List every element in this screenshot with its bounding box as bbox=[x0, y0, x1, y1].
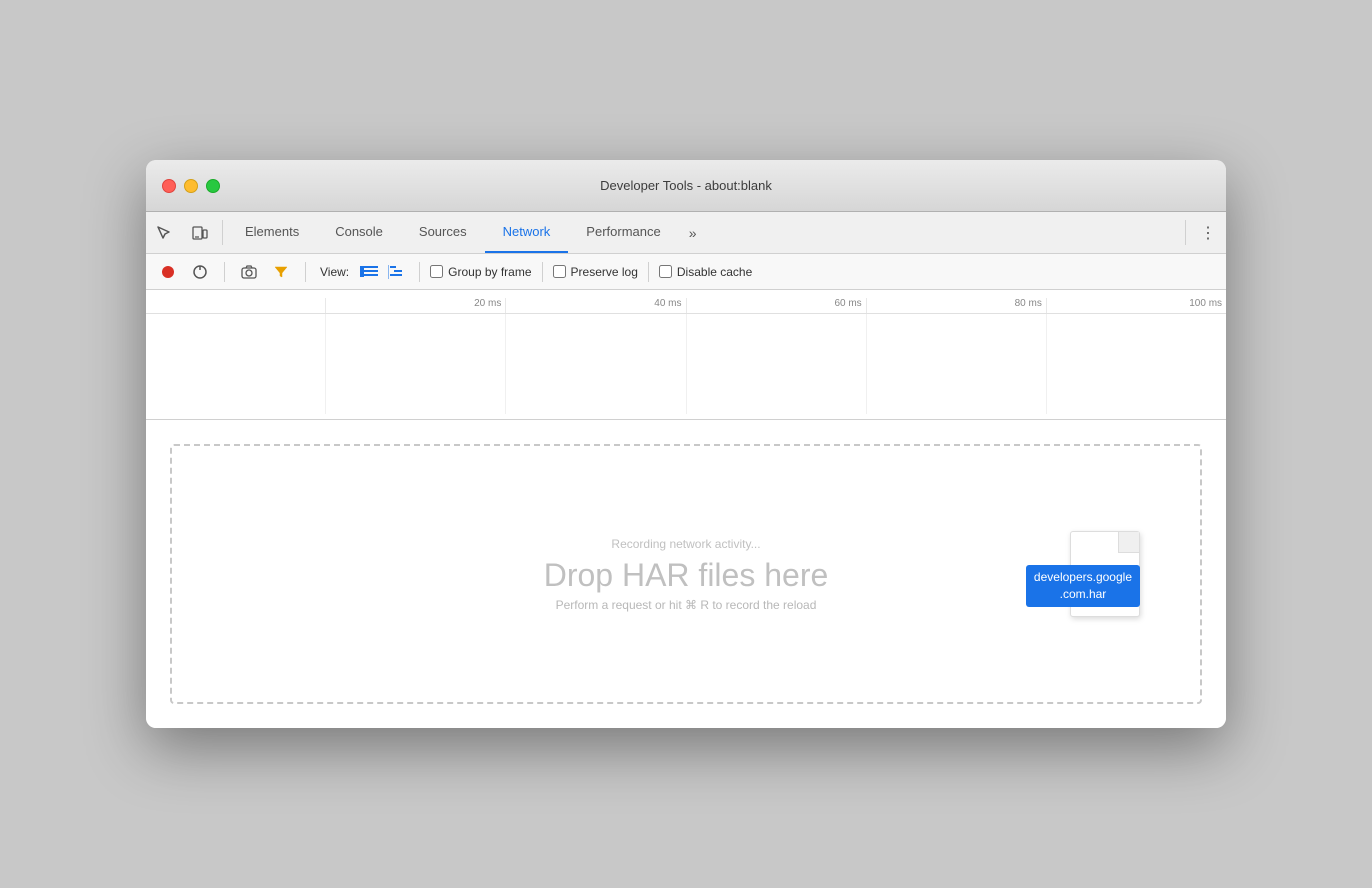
record-icon bbox=[161, 265, 175, 279]
screenshot-button[interactable] bbox=[235, 258, 263, 286]
tab-sources[interactable]: Sources bbox=[401, 212, 485, 253]
toolbar-divider-3 bbox=[419, 262, 420, 282]
timeline-ruler: 20 ms 40 ms 60 ms 80 ms 100 ms bbox=[146, 290, 1226, 314]
grid-col-4 bbox=[866, 314, 1046, 414]
tab-performance[interactable]: Performance bbox=[568, 212, 678, 253]
devtools-menu-button[interactable]: ⋮ bbox=[1190, 212, 1226, 253]
camera-icon bbox=[241, 265, 257, 279]
tick-20: 20 ms bbox=[325, 298, 505, 313]
toolbar-divider-2 bbox=[305, 262, 306, 282]
drop-area[interactable]: Recording network activity... Drop HAR f… bbox=[170, 444, 1202, 704]
tick-60: 60 ms bbox=[686, 298, 866, 313]
disable-cache-label: Disable cache bbox=[677, 265, 752, 279]
tick-0 bbox=[146, 309, 325, 313]
toolbar-divider-1 bbox=[224, 262, 225, 282]
preserve-log-checkbox[interactable] bbox=[553, 265, 566, 278]
group-by-frame-toggle[interactable]: Group by frame bbox=[430, 265, 531, 279]
view-list-button[interactable] bbox=[357, 260, 381, 284]
tab-spacer bbox=[707, 212, 1181, 253]
tabs-bar: Elements Console Sources Network Perform… bbox=[146, 212, 1226, 254]
toolbar-divider-5 bbox=[648, 262, 649, 282]
grid-col-3 bbox=[686, 314, 866, 414]
record-button[interactable] bbox=[154, 258, 182, 286]
device-toolbar-button[interactable] bbox=[182, 212, 218, 253]
tab-network[interactable]: Network bbox=[485, 212, 569, 253]
devtools-window: Developer Tools - about:blank Elements C… bbox=[146, 160, 1226, 728]
more-tabs-button[interactable]: » bbox=[679, 212, 707, 253]
view-list-icon bbox=[360, 265, 378, 279]
filter-icon bbox=[274, 265, 288, 279]
window-title: Developer Tools - about:blank bbox=[600, 178, 772, 193]
har-badge-line2: .com.har bbox=[1060, 587, 1107, 601]
disable-cache-toggle[interactable]: Disable cache bbox=[659, 265, 752, 279]
timeline-grid bbox=[146, 314, 1226, 414]
tab-elements[interactable]: Elements bbox=[227, 212, 317, 253]
inspect-icon bbox=[156, 225, 172, 241]
drop-sub-text: Perform a request or hit ⌘ R to record t… bbox=[544, 598, 829, 612]
grid-col-2 bbox=[505, 314, 685, 414]
view-label: View: bbox=[316, 265, 353, 279]
inspect-element-button[interactable] bbox=[146, 212, 182, 253]
drop-text-container: Recording network activity... Drop HAR f… bbox=[544, 537, 829, 612]
clear-icon bbox=[193, 265, 207, 279]
file-icon-container: ↖ developers.google .com.har bbox=[1070, 531, 1140, 617]
title-bar: Developer Tools - about:blank bbox=[146, 160, 1226, 212]
tabs-list: Elements Console Sources Network Perform… bbox=[227, 212, 707, 253]
har-badge-line1: developers.google bbox=[1034, 570, 1132, 584]
filter-button[interactable] bbox=[267, 258, 295, 286]
tick-100: 100 ms bbox=[1046, 298, 1226, 313]
tick-40: 40 ms bbox=[505, 298, 685, 313]
close-button[interactable] bbox=[162, 179, 176, 193]
timeline-area: 20 ms 40 ms 60 ms 80 ms 100 ms bbox=[146, 290, 1226, 420]
recording-text: Recording network activity... bbox=[544, 537, 829, 551]
device-icon bbox=[192, 225, 208, 241]
toolbar-divider-4 bbox=[542, 262, 543, 282]
group-by-frame-label: Group by frame bbox=[448, 265, 531, 279]
view-waterfall-icon bbox=[388, 265, 406, 279]
group-by-frame-checkbox[interactable] bbox=[430, 265, 443, 278]
grid-col-5 bbox=[1046, 314, 1226, 414]
tab-divider-right bbox=[1185, 220, 1186, 245]
tab-divider-left bbox=[222, 220, 223, 245]
tab-console[interactable]: Console bbox=[317, 212, 401, 253]
drop-area-wrapper: Recording network activity... Drop HAR f… bbox=[146, 420, 1226, 728]
clear-button[interactable] bbox=[186, 258, 214, 286]
traffic-lights bbox=[146, 179, 220, 193]
drop-main-text: Drop HAR files here bbox=[544, 557, 829, 594]
har-badge: developers.google .com.har bbox=[1026, 565, 1140, 607]
maximize-button[interactable] bbox=[206, 179, 220, 193]
view-waterfall-button[interactable] bbox=[385, 260, 409, 284]
network-toolbar: View: Group by frame bbox=[146, 254, 1226, 290]
preserve-log-label: Preserve log bbox=[571, 265, 638, 279]
tick-80: 80 ms bbox=[866, 298, 1046, 313]
disable-cache-checkbox[interactable] bbox=[659, 265, 672, 278]
preserve-log-toggle[interactable]: Preserve log bbox=[553, 265, 638, 279]
grid-col-0 bbox=[146, 314, 325, 414]
grid-col-1 bbox=[325, 314, 505, 414]
minimize-button[interactable] bbox=[184, 179, 198, 193]
